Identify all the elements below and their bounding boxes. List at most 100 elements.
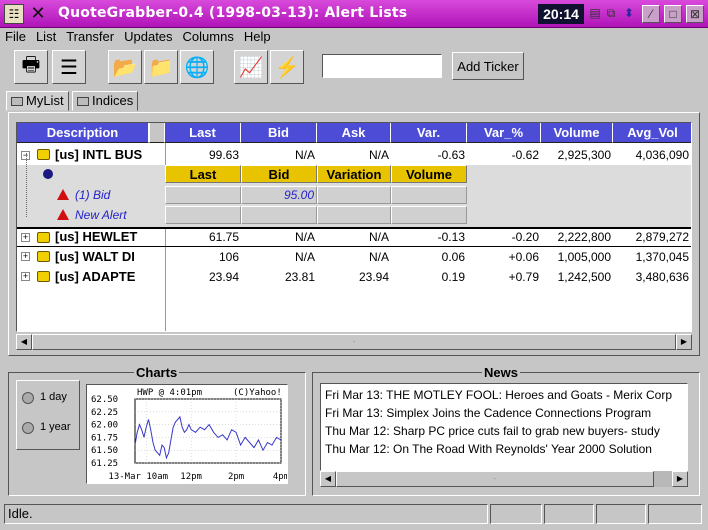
chart-svg: HWP @ 4:01pm (C)Yahoo! 62.50 62.25 62.00 61.7… — [91, 388, 289, 482]
x-tick-label: 13-Mar 10am — [108, 472, 168, 482]
scroll-thumb[interactable]: · — [336, 471, 654, 487]
chart-source: (C)Yahoo! — [233, 388, 282, 398]
table-horizontal-scrollbar[interactable]: ◀ · ▶ — [16, 334, 692, 350]
cell-var: 0.06 — [441, 250, 465, 264]
list-item[interactable]: New Alert — [17, 205, 691, 225]
lock-icon — [37, 251, 50, 262]
table-row[interactable]: − [us] INTL BUS 99.63 N/A N/A -0.63 -0.6… — [17, 145, 691, 165]
alert-cell-volume[interactable] — [391, 206, 467, 224]
news-title: News — [482, 365, 520, 380]
column-header-volume[interactable]: Volume — [541, 123, 613, 143]
column-header-ask[interactable]: Ask — [317, 123, 391, 143]
status-segment — [544, 504, 594, 524]
x-tick-label: 4pm — [273, 472, 287, 482]
alert-cell-volume[interactable] — [391, 186, 467, 204]
add-ticker-button[interactable]: Add Ticker — [452, 52, 524, 80]
folder-open-icon[interactable]: 📂 — [108, 50, 142, 84]
alert-header-bid: Bid — [241, 165, 317, 183]
chart-header: HWP @ 4:01pm — [137, 388, 202, 398]
cell-volume: 2,925,300 — [557, 148, 611, 162]
menu-bar: File List Transfer Updates Columns Help — [0, 28, 708, 46]
status-text: Idle. — [4, 504, 488, 524]
window-title: QuoteGrabber-0.4 (1998-03-13): Alert Lis… — [58, 5, 408, 21]
app-menu-icon[interactable]: ☷ — [4, 4, 24, 24]
minimize-icon[interactable]: □ — [664, 5, 682, 23]
column-header-last[interactable]: Last — [165, 123, 241, 143]
tab-indices[interactable]: Indices — [72, 91, 139, 111]
folder-icon — [77, 97, 89, 106]
cell-ask: N/A — [368, 250, 389, 264]
y-tick-label: 61.75 — [91, 433, 118, 443]
folder-icon — [11, 97, 23, 106]
close-icon[interactable]: ✕ — [28, 3, 48, 23]
menu-list[interactable]: List — [31, 28, 61, 46]
cell-volume: 2,222,800 — [557, 230, 611, 244]
status-segment — [648, 504, 702, 524]
tab-mylist[interactable]: MyList — [6, 91, 69, 111]
y-tick-label: 62.50 — [91, 395, 118, 405]
shade-icon[interactable]: ⁄ — [642, 5, 660, 23]
lock-icon — [37, 232, 50, 243]
table-row[interactable]: + [us] HEWLET 61.75 N/A N/A -0.13 -0.20 … — [17, 227, 691, 247]
column-header-avg-vol[interactable]: Avg_Vol — [613, 123, 691, 143]
arrows-icon[interactable]: ⬍ — [620, 5, 638, 23]
expand-icon[interactable]: + — [21, 233, 30, 242]
expand-icon[interactable]: + — [21, 252, 30, 261]
news-horizontal-scrollbar[interactable]: ◀ · ▶ — [320, 471, 688, 487]
alert-cell-variation[interactable] — [317, 206, 391, 224]
global-icon[interactable]: 🌐 — [180, 50, 214, 84]
radio-1-day[interactable] — [22, 392, 34, 404]
row-description: [us] HEWLET — [55, 229, 138, 244]
scroll-thumb[interactable]: · — [32, 334, 676, 350]
menu-updates[interactable]: Updates — [119, 28, 177, 46]
menu-help[interactable]: Help — [239, 28, 276, 46]
menu-columns[interactable]: Columns — [178, 28, 239, 46]
printer-icon[interactable]: 🖶 — [14, 50, 48, 84]
scroll-right-icon[interactable]: ▶ — [672, 471, 688, 487]
scroll-left-icon[interactable]: ◀ — [16, 334, 32, 350]
alert-cell-bid[interactable] — [241, 206, 317, 224]
column-divider[interactable] — [149, 123, 165, 143]
alert-cell-bid[interactable]: 95.00 — [241, 186, 317, 204]
x-tick-label: 12pm — [180, 472, 202, 482]
alert-cell-last[interactable] — [165, 206, 241, 224]
plot-frame — [134, 398, 282, 464]
alert-node-icon — [43, 169, 53, 179]
windows-icon[interactable]: ⧉ — [602, 5, 620, 23]
list-item[interactable]: Thu Mar 12: On The Road With Reynolds' Y… — [325, 440, 652, 458]
alert-header-last: Last — [165, 165, 241, 183]
status-segment — [596, 504, 646, 524]
cell-ask: N/A — [368, 148, 389, 162]
list-icon[interactable]: ☰ — [52, 50, 86, 84]
status-bar: Idle. — [4, 504, 704, 524]
list-item[interactable]: Fri Mar 13: THE MOTLEY FOOL: Heroes and … — [325, 386, 672, 404]
cell-last: 23.94 — [208, 270, 239, 284]
status-segment — [490, 504, 542, 524]
column-header-var[interactable]: Var. — [391, 123, 467, 143]
cell-volume: 1,005,000 — [557, 250, 611, 264]
alert-cell-last[interactable] — [165, 186, 241, 204]
expand-icon[interactable]: + — [21, 272, 30, 281]
lightning-icon[interactable]: ⚡ — [270, 50, 304, 84]
list-item[interactable]: (1) Bid 95.00 — [17, 185, 691, 205]
cell-bid: N/A — [294, 230, 315, 244]
radio-1-year[interactable] — [22, 422, 34, 434]
list-item[interactable]: Fri Mar 13: Simplex Joins the Cadence Co… — [325, 404, 651, 422]
cell-var: 0.19 — [441, 270, 465, 284]
column-header-var-pct[interactable]: Var_% — [467, 123, 541, 143]
alert-cell-variation[interactable] — [317, 186, 391, 204]
table-row[interactable]: + [us] WALT DI 106 N/A N/A 0.06 +0.06 1,… — [17, 247, 691, 267]
column-header-bid[interactable]: Bid — [241, 123, 317, 143]
scroll-right-icon[interactable]: ▶ — [676, 334, 692, 350]
list-item[interactable]: Thu Mar 12: Sharp PC price cuts fail to … — [325, 422, 660, 440]
alert-header-volume: Volume — [391, 165, 467, 183]
menu-file[interactable]: File — [0, 28, 31, 46]
folder-icon[interactable]: 📁 — [144, 50, 178, 84]
scroll-left-icon[interactable]: ◀ — [320, 471, 336, 487]
chart-icon[interactable]: 📈 — [234, 50, 268, 84]
column-header-description[interactable]: Description — [17, 123, 149, 143]
ticker-input[interactable] — [322, 54, 442, 78]
table-row[interactable]: + [us] ADAPTE 23.94 23.81 23.94 0.19 +0.… — [17, 267, 691, 287]
menu-transfer[interactable]: Transfer — [61, 28, 119, 46]
maximize-icon[interactable]: ⊠ — [686, 5, 704, 23]
